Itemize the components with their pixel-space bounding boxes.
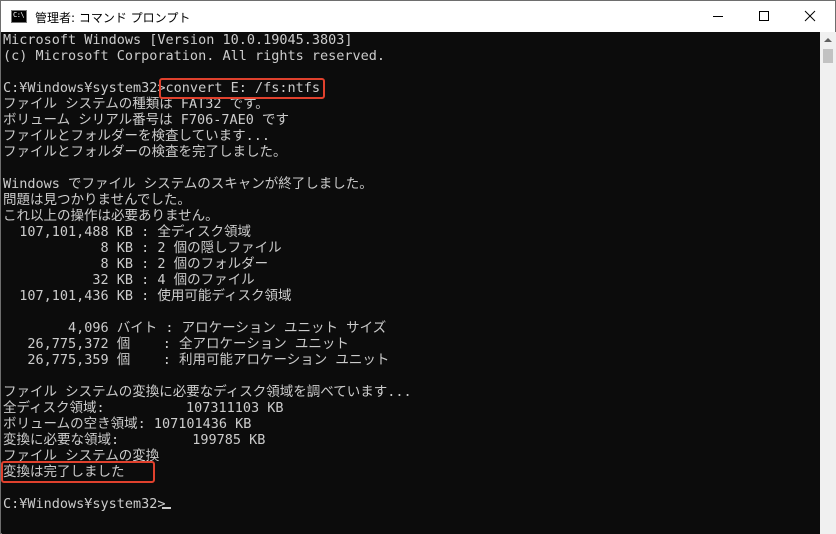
vertical-scrollbar[interactable] xyxy=(820,32,836,534)
console-output[interactable]: Microsoft Windows [Version 10.0.19045.38… xyxy=(1,32,820,534)
minimize-button[interactable] xyxy=(695,1,741,31)
console-line: ボリューム シリアル番号は F706-7AE0 です xyxy=(3,112,289,128)
console-line: 4,096 バイト : アロケーション ユニット サイズ xyxy=(3,320,387,336)
console-line: 8 KB : 2 個の隠しファイル xyxy=(3,240,282,256)
console-line: 問題は見つかりませんでした。 xyxy=(3,192,191,208)
console-line: 8 KB : 2 個のフォルダー xyxy=(3,256,269,272)
console-line: 26,775,359 個 : 利用可能アロケーション ユニット xyxy=(3,352,390,368)
close-button[interactable] xyxy=(787,1,833,31)
console-line: (c) Microsoft Corporation. All rights re… xyxy=(3,48,386,64)
console-line: Windows でファイル システムのスキャンが終了しました。 xyxy=(3,176,373,192)
console-prompt-line: C:¥Windows¥system32> xyxy=(3,496,166,512)
maximize-icon xyxy=(759,11,769,21)
console-line: 107,101,436 KB : 使用可能ディスク領域 xyxy=(3,288,292,304)
highlight-command-box xyxy=(159,78,325,99)
command-prompt-window: C:\ 管理者: コマンド プロンプト Microsoft Windows [V… xyxy=(0,0,836,534)
console-line: これ以上の操作は必要ありません。 xyxy=(3,208,219,224)
console-line: Microsoft Windows [Version 10.0.19045.38… xyxy=(3,32,353,48)
minimize-icon xyxy=(713,16,723,17)
console-line: ファイル システムの変換に必要なディスク領域を調べています... xyxy=(3,384,412,400)
icon-text: C:\ xyxy=(13,11,25,19)
scrollbar-thumb[interactable] xyxy=(823,49,833,63)
scroll-up-arrow-icon[interactable] xyxy=(824,38,832,42)
console-line: 全ディスク領域: 107311103 KB xyxy=(3,400,284,416)
window-title: 管理者: コマンド プロンプト xyxy=(35,11,191,25)
console-line: 26,775,372 個 : 全アロケーション ユニット xyxy=(3,336,349,352)
console-line: ファイルとフォルダーを検査しています... xyxy=(3,128,270,144)
maximize-button[interactable] xyxy=(741,1,787,31)
console-line: 32 KB : 4 個のファイル xyxy=(3,272,255,288)
highlight-result-box xyxy=(1,461,155,483)
text-cursor xyxy=(162,507,171,509)
console-line: ボリュームの空き領域: 107101436 KB xyxy=(3,416,252,432)
console-line: ファイルとフォルダーの検査を完了しました。 xyxy=(3,144,287,160)
console-line: 変換に必要な領域: 199785 KB xyxy=(3,432,266,448)
console-line: 107,101,488 KB : 全ディスク領域 xyxy=(3,224,251,240)
command-prompt-icon[interactable]: C:\ xyxy=(11,10,27,23)
close-icon xyxy=(804,10,816,22)
title-bar[interactable]: C:\ 管理者: コマンド プロンプト xyxy=(1,1,835,32)
